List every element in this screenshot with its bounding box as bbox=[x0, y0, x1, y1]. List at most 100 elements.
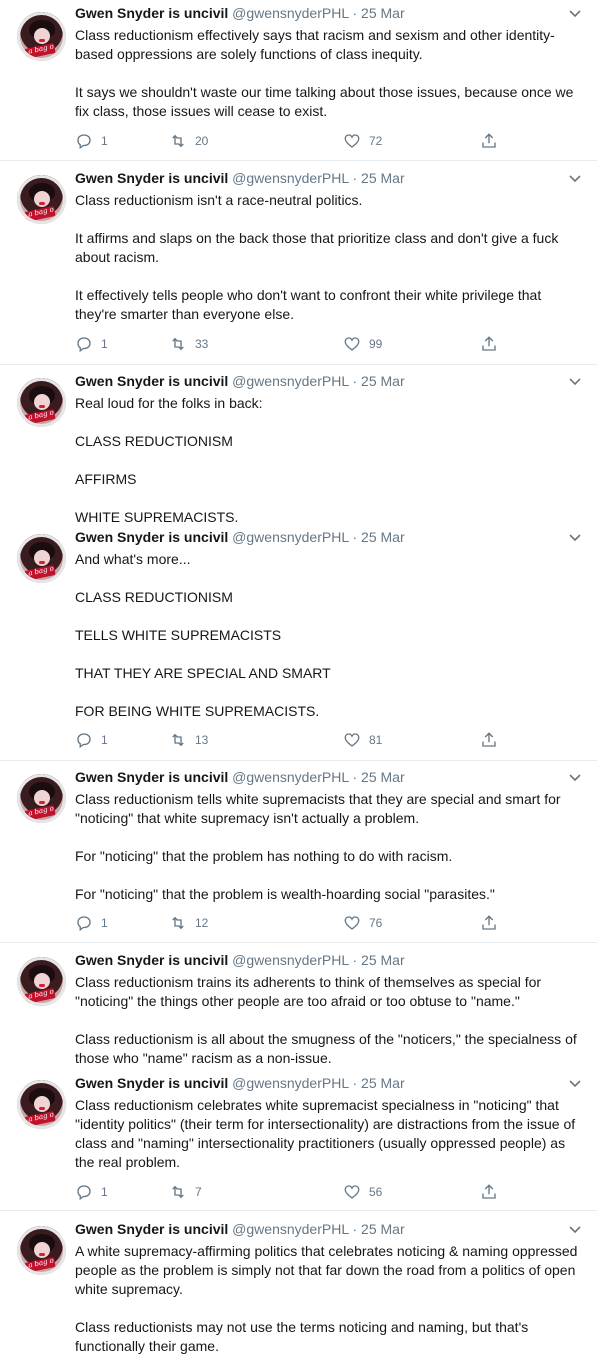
author-handle[interactable]: @gwensnyderPHL bbox=[232, 1221, 348, 1237]
tweet-date[interactable]: 25 Mar bbox=[361, 373, 405, 389]
tweet[interactable]: a bag o Gwen Snyder is uncivil @gwensnyd… bbox=[0, 165, 597, 365]
tweet-date[interactable]: 25 Mar bbox=[361, 1075, 405, 1091]
retweet-count: 12 bbox=[195, 916, 209, 930]
reply-count: 1 bbox=[101, 134, 108, 148]
avatar[interactable]: a bag o bbox=[17, 957, 66, 1006]
chevron-down-icon[interactable] bbox=[568, 773, 582, 783]
dot-separator: · bbox=[352, 952, 358, 968]
tweet[interactable]: a bag o Gwen Snyder is uncivil @gwensnyd… bbox=[0, 1070, 597, 1210]
author-name[interactable]: Gwen Snyder is uncivil bbox=[75, 952, 228, 968]
share-icon bbox=[482, 732, 496, 747]
author-name[interactable]: Gwen Snyder is uncivil bbox=[75, 529, 228, 545]
reply-button[interactable]: 1 bbox=[75, 730, 108, 750]
heart-icon bbox=[344, 916, 360, 930]
reply-button[interactable]: 1 bbox=[75, 334, 108, 354]
share-button[interactable] bbox=[480, 1182, 498, 1202]
dot-separator: · bbox=[352, 769, 358, 785]
tweet-text: Class reductionism tells white supremaci… bbox=[75, 791, 561, 902]
avatar[interactable]: a bag o bbox=[17, 774, 66, 823]
like-button[interactable]: 99 bbox=[343, 334, 382, 354]
tweet-header: Gwen Snyder is uncivil @gwensnyderPHL · … bbox=[75, 952, 405, 968]
author-name[interactable]: Gwen Snyder is uncivil bbox=[75, 170, 228, 186]
tweet[interactable]: a bag o Gwen Snyder is uncivil @gwensnyd… bbox=[0, 1216, 597, 1363]
author-name[interactable]: Gwen Snyder is uncivil bbox=[75, 5, 228, 21]
chevron-down-icon[interactable] bbox=[568, 533, 582, 543]
tweet-date[interactable]: 25 Mar bbox=[361, 1221, 405, 1237]
chevron-down-icon[interactable] bbox=[568, 1225, 582, 1235]
author-handle[interactable]: @gwensnyderPHL bbox=[232, 529, 348, 545]
author-handle[interactable]: @gwensnyderPHL bbox=[232, 5, 348, 21]
share-button[interactable] bbox=[480, 913, 498, 933]
share-button[interactable] bbox=[480, 131, 498, 151]
reply-icon bbox=[77, 337, 91, 353]
tweet[interactable]: a bag o Gwen Snyder is uncivil @gwensnyd… bbox=[0, 947, 597, 1072]
like-count: 81 bbox=[369, 733, 383, 747]
dot-separator: · bbox=[352, 529, 358, 545]
share-button[interactable] bbox=[480, 334, 498, 354]
chevron-down-icon[interactable] bbox=[568, 377, 582, 387]
retweet-button[interactable]: 33 bbox=[169, 334, 208, 354]
dot-separator: · bbox=[352, 170, 358, 186]
chevron-down-icon[interactable] bbox=[568, 1079, 582, 1089]
author-handle[interactable]: @gwensnyderPHL bbox=[232, 952, 348, 968]
dot-separator: · bbox=[352, 1221, 358, 1237]
tweet-header: Gwen Snyder is uncivil @gwensnyderPHL · … bbox=[75, 170, 405, 186]
avatar[interactable]: a bag o bbox=[17, 534, 66, 583]
tweet-text: Class reductionism effectively says that… bbox=[75, 27, 574, 119]
like-button[interactable]: 72 bbox=[343, 131, 382, 151]
reply-icon bbox=[77, 134, 91, 150]
heart-icon bbox=[344, 134, 360, 148]
tweet[interactable]: a bag o Gwen Snyder is uncivil @gwensnyd… bbox=[0, 0, 597, 158]
reply-button[interactable]: 1 bbox=[75, 131, 108, 151]
tweet-header: Gwen Snyder is uncivil @gwensnyderPHL · … bbox=[75, 529, 405, 545]
retweet-button[interactable]: 13 bbox=[169, 730, 208, 750]
author-handle[interactable]: @gwensnyderPHL bbox=[232, 170, 348, 186]
author-name[interactable]: Gwen Snyder is uncivil bbox=[75, 1075, 228, 1091]
author-handle[interactable]: @gwensnyderPHL bbox=[232, 373, 348, 389]
heart-icon bbox=[344, 733, 360, 747]
reply-count: 1 bbox=[101, 337, 108, 351]
tweet[interactable]: a bag o Gwen Snyder is uncivil @gwensnyd… bbox=[0, 764, 597, 939]
tweet-date[interactable]: 25 Mar bbox=[361, 769, 405, 785]
tweet-date[interactable]: 25 Mar bbox=[361, 170, 405, 186]
retweet-icon bbox=[172, 337, 184, 351]
avatar[interactable]: a bag o bbox=[17, 1080, 66, 1129]
chevron-down-icon[interactable] bbox=[568, 9, 582, 19]
avatar[interactable]: a bag o bbox=[17, 378, 66, 427]
retweet-button[interactable]: 7 bbox=[169, 1182, 202, 1202]
tweet-date[interactable]: 25 Mar bbox=[361, 529, 405, 545]
like-count: 76 bbox=[369, 916, 383, 930]
retweet-button[interactable]: 20 bbox=[169, 131, 208, 151]
tweet-text: A white supremacy-affirming politics tha… bbox=[75, 1243, 578, 1354]
avatar[interactable]: a bag o bbox=[17, 175, 66, 224]
like-button[interactable]: 81 bbox=[343, 730, 382, 750]
author-name[interactable]: Gwen Snyder is uncivil bbox=[75, 1221, 228, 1237]
reply-button[interactable]: 1 bbox=[75, 1182, 108, 1202]
retweet-count: 33 bbox=[195, 337, 209, 351]
reply-icon bbox=[77, 1185, 91, 1201]
author-name[interactable]: Gwen Snyder is uncivil bbox=[75, 373, 228, 389]
tweet[interactable]: a bag o Gwen Snyder is uncivil @gwensnyd… bbox=[0, 368, 597, 528]
tweet[interactable]: a bag o Gwen Snyder is uncivil @gwensnyd… bbox=[0, 524, 597, 754]
author-handle[interactable]: @gwensnyderPHL bbox=[232, 1075, 348, 1091]
tweet-date[interactable]: 25 Mar bbox=[361, 5, 405, 21]
divider bbox=[0, 1210, 597, 1211]
retweet-count: 13 bbox=[195, 733, 209, 747]
share-button[interactable] bbox=[480, 730, 498, 750]
chevron-down-icon[interactable] bbox=[568, 174, 582, 184]
like-button[interactable]: 76 bbox=[343, 913, 382, 933]
retweet-button[interactable]: 12 bbox=[169, 913, 208, 933]
avatar[interactable]: a bag o bbox=[17, 12, 66, 61]
tweet-date[interactable]: 25 Mar bbox=[361, 952, 405, 968]
like-button[interactable]: 56 bbox=[343, 1182, 382, 1202]
like-count: 99 bbox=[369, 337, 383, 351]
divider bbox=[0, 160, 597, 161]
tweet-actions: 1 13 81 bbox=[75, 730, 505, 750]
divider bbox=[0, 364, 597, 365]
reply-button[interactable]: 1 bbox=[75, 913, 108, 933]
avatar[interactable]: a bag o bbox=[17, 1226, 66, 1275]
author-name[interactable]: Gwen Snyder is uncivil bbox=[75, 769, 228, 785]
tweet-actions: 1 33 99 bbox=[75, 334, 505, 354]
dot-separator: · bbox=[352, 5, 358, 21]
author-handle[interactable]: @gwensnyderPHL bbox=[232, 769, 348, 785]
